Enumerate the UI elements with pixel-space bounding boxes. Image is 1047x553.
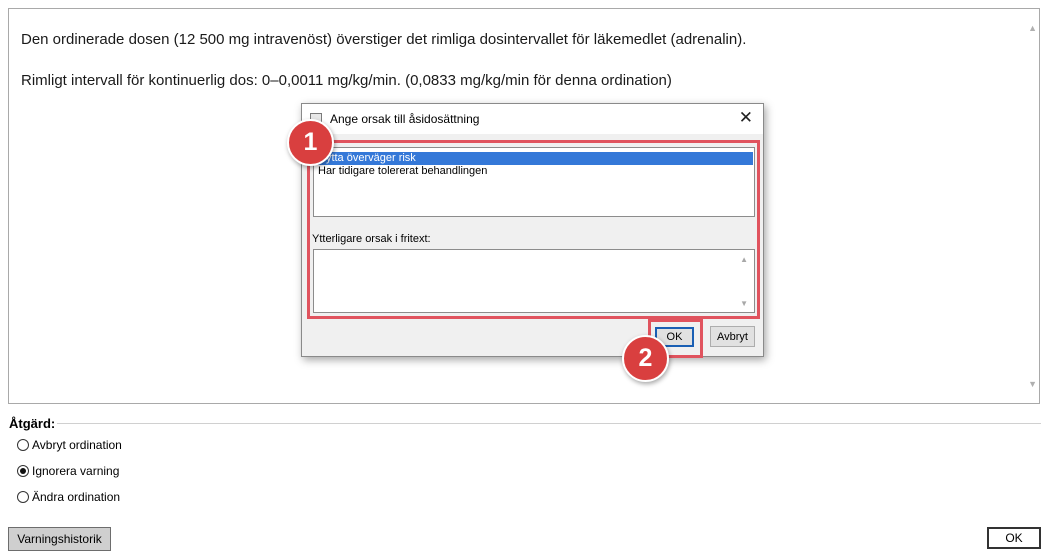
alert-window: Den ordinerade dosen (12 500 mg intraven… <box>0 0 1047 553</box>
ok-button[interactable]: OK <box>987 527 1041 549</box>
dialog-cancel-button[interactable]: Avbryt <box>710 326 755 347</box>
warning-dose-text: Den ordinerade dosen (12 500 mg intraven… <box>21 31 747 48</box>
scroll-down-icon[interactable]: ▼ <box>1028 379 1037 389</box>
action-legend: Åtgärd: <box>9 416 58 431</box>
close-icon[interactable]: ✕ <box>739 108 753 128</box>
freetext-label: Ytterligare orsak i fritext: <box>312 233 431 245</box>
freetext-scroll-up-icon[interactable]: ▲ <box>740 255 748 264</box>
scroll-up-icon[interactable]: ▲ <box>1028 23 1037 33</box>
dialog-titlebar: Ange orsak till åsidosättning ✕ <box>302 104 763 134</box>
action-group <box>9 423 1041 512</box>
reason-list[interactable]: Nytta överväger risk Har tidigare tolere… <box>313 147 755 217</box>
warning-range-text: Rimligt intervall för kontinuerlig dos: … <box>21 72 672 89</box>
radio-change-order[interactable]: Ändra ordination <box>17 489 120 505</box>
radio-unchecked-icon[interactable] <box>17 491 29 503</box>
radio-checked-icon[interactable] <box>17 465 29 477</box>
step-marker-2: 2 <box>622 335 669 382</box>
radio-label: Ignorera varning <box>32 464 120 478</box>
freetext-scroll-down-icon[interactable]: ▼ <box>740 299 748 308</box>
freetext-input[interactable] <box>313 249 755 313</box>
step-marker-1: 1 <box>287 119 334 166</box>
radio-cancel-order[interactable]: Avbryt ordination <box>17 437 122 453</box>
reason-item-benefit-outweighs-risk[interactable]: Nytta överväger risk <box>315 152 753 165</box>
radio-ignore-warning[interactable]: Ignorera varning <box>17 463 119 479</box>
reason-item-previously-tolerated[interactable]: Har tidigare tolererat behandlingen <box>315 165 753 178</box>
dialog-title: Ange orsak till åsidosättning <box>330 112 480 126</box>
override-reason-dialog: Ange orsak till åsidosättning ✕ Nytta öv… <box>301 103 764 357</box>
radio-label: Avbryt ordination <box>32 438 122 452</box>
radio-label: Ändra ordination <box>32 490 121 504</box>
radio-unchecked-icon[interactable] <box>17 439 29 451</box>
warning-history-button[interactable]: Varningshistorik <box>8 527 111 551</box>
